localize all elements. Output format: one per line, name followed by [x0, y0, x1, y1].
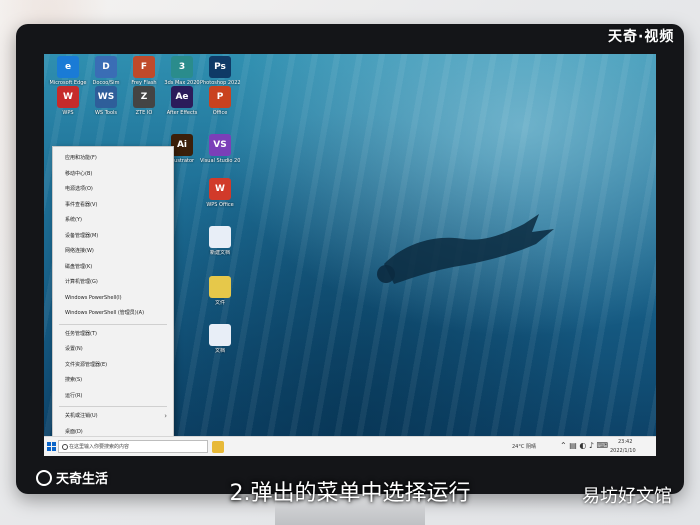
- clock-time[interactable]: 23:42: [618, 439, 632, 445]
- context-menu-item[interactable]: 系统(Y): [53, 213, 173, 227]
- context-menu-item[interactable]: 计算机管理(G): [53, 275, 173, 289]
- desktop-icon-label: Visual Studio 2019: [200, 158, 240, 164]
- desktop-icon-label: After Effects: [166, 110, 198, 116]
- desktop-icon-label: 文件: [214, 300, 225, 306]
- context-menu-item[interactable]: Windows PowerShell (管理员)(A): [53, 306, 173, 320]
- app-icon: W: [209, 178, 231, 200]
- desktop-icon[interactable]: Ae After Effects: [162, 86, 202, 130]
- submenu-chevron-icon: ›: [164, 412, 167, 420]
- desktop-icon-label: 文档: [214, 348, 225, 354]
- diver-silhouette: [377, 214, 554, 284]
- desktop-icon[interactable]: W WPS: [48, 86, 88, 130]
- desktop-icon-label: WS Tools: [94, 110, 118, 116]
- app-icon: [209, 276, 231, 298]
- context-menu-item[interactable]: 移动中心(B): [53, 167, 173, 181]
- app-icon: P: [209, 86, 231, 108]
- search-icon: [62, 444, 68, 450]
- context-menu-item[interactable]: 磁盘管理(K): [53, 260, 173, 274]
- desktop-icon[interactable]: Z ZTE IO: [124, 86, 164, 130]
- context-menu-item[interactable]: 关机或注销(U) ›: [53, 409, 173, 423]
- context-menu-item[interactable]: 文件资源管理器(E): [53, 358, 173, 372]
- desktop-icon-label: 新建文档: [209, 250, 230, 256]
- context-menu-item[interactable]: 搜索(S): [53, 373, 173, 387]
- start-button[interactable]: [47, 442, 57, 452]
- taskbar: 在这里输入你要搜索的内容 24°C 阴晴 ⌃ ▤ ◐ ♪ ⌨ 23:42 202…: [44, 436, 656, 456]
- context-menu-item[interactable]: 应用和功能(F): [53, 151, 173, 165]
- desktop-icon[interactable]: W WPS Office: [200, 178, 240, 222]
- context-menu-item[interactable]: 电源选项(O): [53, 182, 173, 196]
- app-icon: F: [133, 56, 155, 78]
- desktop-icon[interactable]: VS Visual Studio 2019: [200, 134, 240, 178]
- watermark: 天奇·视频: [608, 29, 675, 45]
- desktop-icon[interactable]: WS WS Tools: [86, 86, 126, 130]
- app-icon: Ae: [171, 86, 193, 108]
- app-icon: e: [57, 56, 79, 78]
- app-icon: W: [57, 86, 79, 108]
- context-menu-item[interactable]: 网络连接(W): [53, 244, 173, 258]
- context-menu-item[interactable]: 运行(R): [53, 389, 173, 403]
- desktop-icon-label: Office: [212, 110, 228, 116]
- desktop-icon-label: ZTE IO: [135, 110, 153, 116]
- app-icon: Z: [133, 86, 155, 108]
- desktop-icon[interactable]: 文档: [200, 324, 240, 368]
- winx-context-menu: 应用和功能(F) 移动中心(B) 电源选项(O) 事件查看器(V) 系统(Y) 设备管理器…: [52, 146, 174, 441]
- system-tray: 24°C 阴晴 ⌃ ▤ ◐ ♪ ⌨ 23:42 2022/1/10: [512, 437, 652, 456]
- app-icon: [209, 324, 231, 346]
- app-icon: VS: [209, 134, 231, 156]
- menu-separator: [59, 323, 167, 325]
- desktop-icon[interactable]: 文件: [200, 276, 240, 320]
- app-icon: D: [95, 56, 117, 78]
- app-icon: WS: [95, 86, 117, 108]
- file-explorer-icon[interactable]: [212, 441, 224, 453]
- context-menu-item[interactable]: 设备管理器(M): [53, 229, 173, 243]
- app-icon: [209, 226, 231, 248]
- app-icon: Ai: [171, 134, 193, 156]
- context-menu-item[interactable]: 事件查看器(V): [53, 198, 173, 212]
- brand-watermark: 易坊好文馆: [582, 486, 672, 507]
- taskbar-search-box[interactable]: 在这里输入你要搜索的内容: [58, 440, 208, 453]
- desktop-icon[interactable]: P Office: [200, 86, 240, 130]
- weather-text[interactable]: 24°C 阴晴: [512, 443, 536, 450]
- context-menu-item[interactable]: Windows PowerShell(I): [53, 291, 173, 305]
- menu-separator: [59, 406, 167, 407]
- tray-icons[interactable]: ⌃ ▤ ◐ ♪ ⌨: [560, 441, 608, 450]
- desktop-icon[interactable]: 新建文档: [200, 226, 240, 270]
- clock-date[interactable]: 2022/1/10: [610, 448, 636, 454]
- search-placeholder: 在这里输入你要搜索的内容: [69, 444, 130, 450]
- context-menu-item[interactable]: 设置(N): [53, 342, 173, 356]
- desktop-screen: e Microsoft Edge D Docoo/Sim F Frey Flash 3 3ds…: [44, 54, 656, 456]
- app-icon: 3: [171, 56, 193, 78]
- context-menu-item[interactable]: 任务管理器(T): [53, 327, 173, 341]
- app-icon: Ps: [209, 56, 231, 78]
- desktop-icon-label: WPS: [62, 110, 74, 116]
- desktop-icon-label: WPS Office: [206, 202, 234, 208]
